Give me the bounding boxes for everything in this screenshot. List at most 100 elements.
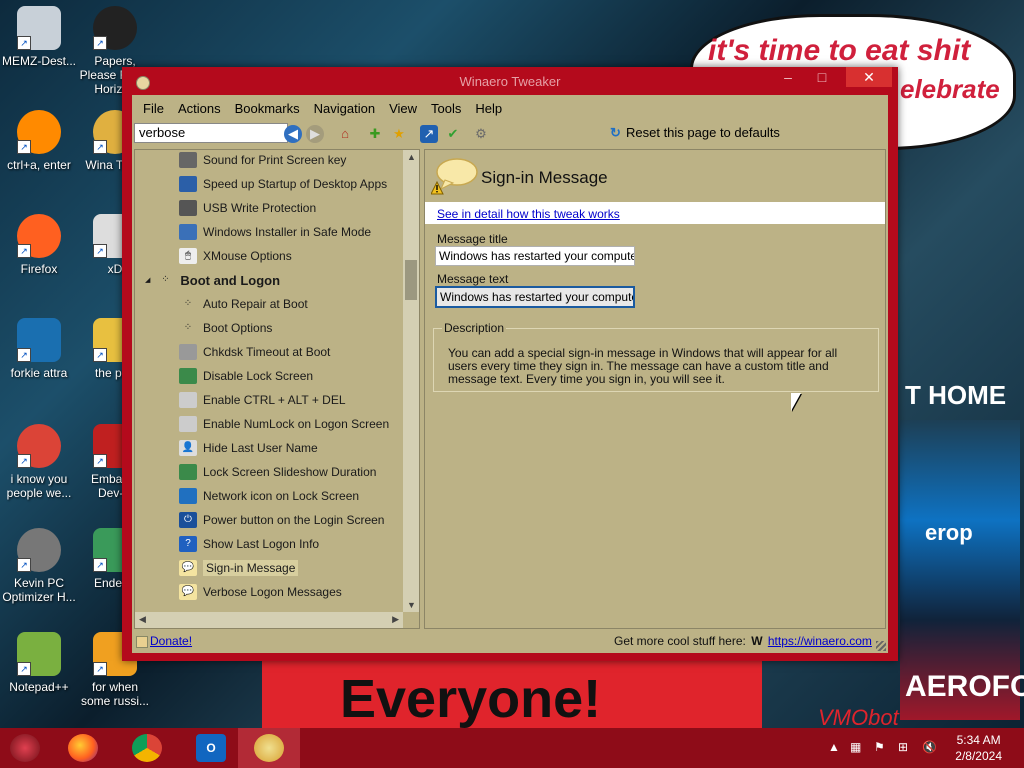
desktop-icon-label: Notepad++ bbox=[9, 680, 69, 694]
description-text: You can add a special sign-in message in… bbox=[448, 346, 838, 386]
tree-item[interactable]: Sound for Print Screen key bbox=[135, 150, 403, 172]
winaero-icon bbox=[254, 734, 284, 762]
taskbar-winaero[interactable] bbox=[238, 728, 300, 768]
add-bookmark-icon[interactable]: ✚ bbox=[366, 125, 384, 143]
tree-item[interactable]: 👤 Hide Last User Name bbox=[135, 436, 403, 460]
menu-actions[interactable]: Actions bbox=[171, 101, 228, 116]
settings-gear-icon[interactable]: ⚙ bbox=[472, 125, 490, 143]
menu-bookmarks[interactable]: Bookmarks bbox=[228, 101, 307, 116]
wallpaper-banner-text: Everyone! bbox=[340, 669, 602, 729]
toolbar: ◀ ▶ ⌂ ✚ ★ ↗ ✔ ⚙ ↻ Reset this page to defa… bbox=[132, 121, 888, 147]
tree-item-label: XMouse Options bbox=[203, 249, 292, 263]
shortcut-arrow-icon: ↗ bbox=[93, 454, 107, 468]
resize-grip-icon[interactable] bbox=[876, 641, 886, 651]
tree-item[interactable]: Enable NumLock on Logon Screen bbox=[135, 412, 403, 436]
tree-item[interactable]: Windows Installer in Safe Mode bbox=[135, 220, 403, 244]
tree-item[interactable]: USB Write Protection bbox=[135, 196, 403, 220]
tree-item[interactable]: ⁘ Auto Repair at Boot bbox=[135, 292, 403, 316]
menu-help[interactable]: Help bbox=[468, 101, 509, 116]
title-bar[interactable]: Winaero Tweaker – □ ✕ bbox=[122, 67, 898, 95]
user-icon: 👤 bbox=[179, 440, 197, 456]
maximize-icon[interactable]: □ bbox=[808, 67, 836, 87]
tray-expand-icon[interactable]: ▲ bbox=[828, 740, 840, 754]
menu-navigation[interactable]: Navigation bbox=[307, 101, 382, 116]
shortcut-arrow-icon: ↗ bbox=[93, 662, 107, 676]
message-title-input[interactable]: Windows has restarted your computer bbox=[435, 246, 635, 266]
winaero-tweaker-window[interactable]: Winaero Tweaker – □ ✕ File Actions Bookm… bbox=[122, 67, 898, 661]
apply-check-icon[interactable]: ✔ bbox=[444, 125, 462, 143]
tree-item[interactable]: Network icon on Lock Screen bbox=[135, 484, 403, 508]
forward-icon[interactable]: ▶ bbox=[306, 125, 324, 143]
tree-item-label: Sound for Print Screen key bbox=[203, 153, 347, 167]
scroll-thumb[interactable] bbox=[405, 260, 417, 300]
tree-horizontal-scrollbar[interactable]: ◀ ▶ bbox=[135, 612, 403, 628]
shortcut-icon[interactable]: ↗ bbox=[420, 125, 438, 143]
tree-item-label: Enable CTRL + ALT + DEL bbox=[203, 393, 346, 407]
scroll-up-icon[interactable]: ▲ bbox=[407, 152, 416, 162]
shortcut-arrow-icon: ↗ bbox=[17, 454, 31, 468]
keyboard-icon bbox=[179, 392, 197, 408]
taskbar-outlook[interactable]: O bbox=[180, 728, 242, 768]
refresh-icon: ↻ bbox=[610, 125, 621, 140]
desktop-icon[interactable]: ↗ Kevin PC Optimizer H... bbox=[2, 528, 76, 604]
landscape-icon bbox=[179, 464, 197, 480]
reset-page-button[interactable]: ↻ Reset this page to defaults bbox=[610, 125, 780, 141]
tree-item[interactable]: ⁘ Boot Options bbox=[135, 316, 403, 340]
tree-vertical-scrollbar[interactable]: ▲ ▼ bbox=[403, 150, 419, 612]
back-icon[interactable]: ◀ bbox=[284, 125, 302, 143]
mouse-cursor-icon bbox=[791, 393, 801, 411]
tree-item[interactable]: Chkdsk Timeout at Boot bbox=[135, 340, 403, 364]
scroll-down-icon[interactable]: ▼ bbox=[407, 600, 416, 610]
menu-file[interactable]: File bbox=[136, 101, 171, 116]
desktop-icon[interactable]: ↗ i know you people we... bbox=[2, 424, 76, 500]
tray-network-icon[interactable]: ⊞ bbox=[898, 740, 908, 754]
tray-volume-muted-icon[interactable]: 🔇 bbox=[922, 740, 937, 754]
donate-link[interactable]: Donate! bbox=[150, 634, 192, 648]
desktop-icon[interactable]: ↗ MEMZ-Dest... bbox=[2, 6, 76, 68]
landscape-icon bbox=[179, 368, 197, 384]
scroll-right-icon[interactable]: ▶ bbox=[392, 614, 399, 625]
tree-item[interactable]: Speed up Startup of Desktop Apps bbox=[135, 172, 403, 196]
tray-flag-icon[interactable]: ⚑ bbox=[874, 740, 885, 754]
tree-item[interactable]: Disable Lock Screen bbox=[135, 364, 403, 388]
tree-item[interactable]: Enable CTRL + ALT + DEL bbox=[135, 388, 403, 412]
tree-item[interactable]: Lock Screen Slideshow Duration bbox=[135, 460, 403, 484]
client-area: File Actions Bookmarks Navigation View T… bbox=[132, 95, 888, 653]
help-icon: ? bbox=[179, 536, 197, 552]
tree-item[interactable]: 💬 Verbose Logon Messages bbox=[135, 580, 403, 604]
tree-item[interactable]: 🖱 XMouse Options bbox=[135, 244, 403, 268]
collapse-arrow-icon[interactable]: ◢ bbox=[145, 276, 150, 284]
tree-item[interactable]: 💬 Sign-in Message bbox=[135, 556, 403, 580]
tweak-tree[interactable]: Sound for Print Screen key Speed up Start… bbox=[134, 149, 420, 629]
home-icon[interactable]: ⌂ bbox=[336, 125, 354, 143]
shortcut-arrow-icon: ↗ bbox=[17, 36, 31, 50]
taskbar-chrome[interactable] bbox=[116, 728, 178, 768]
desktop-icon[interactable]: ↗ Notepad++ bbox=[2, 632, 76, 694]
clock[interactable]: 5:34 AM 2/8/2024 bbox=[955, 732, 1002, 764]
menu-tools[interactable]: Tools bbox=[424, 101, 468, 116]
tree-item-label: Show Last Logon Info bbox=[203, 537, 320, 551]
winaero-link[interactable]: https://winaero.com bbox=[768, 634, 872, 648]
tree-item[interactable]: ? Show Last Logon Info bbox=[135, 532, 403, 556]
search-input[interactable] bbox=[134, 123, 288, 143]
desktop-icon[interactable]: ↗ forkie attra bbox=[2, 318, 76, 380]
menu-view[interactable]: View bbox=[382, 101, 424, 116]
bookmark-star-icon[interactable]: ★ bbox=[390, 125, 408, 143]
spinner-icon: ⁘ bbox=[183, 322, 193, 333]
desktop-icon[interactable]: ↗ Firefox bbox=[2, 214, 76, 276]
start-button[interactable] bbox=[10, 734, 40, 762]
tree-item-label: Hide Last User Name bbox=[203, 441, 318, 455]
tree-category-boot-and-logon[interactable]: ◢ ⁘ Boot and Logon bbox=[135, 268, 403, 292]
chrome-icon: ↗ bbox=[17, 424, 61, 468]
tree-item-label: Network icon on Lock Screen bbox=[203, 489, 360, 503]
detail-link[interactable]: See in detail how this tweak works bbox=[437, 207, 620, 221]
minimize-icon[interactable]: – bbox=[774, 67, 802, 87]
desktop-icon[interactable]: ↗ ctrl+a, enter bbox=[2, 110, 76, 172]
tree-item[interactable]: ⏻ Power button on the Login Screen bbox=[135, 508, 403, 532]
tray-device-icon[interactable]: ▦ bbox=[850, 740, 861, 754]
scroll-left-icon[interactable]: ◀ bbox=[139, 614, 146, 625]
close-button[interactable]: ✕ bbox=[846, 67, 892, 87]
message-text-input[interactable]: Windows has restarted your computer in bbox=[435, 286, 635, 308]
taskbar-firefox[interactable] bbox=[52, 728, 114, 768]
tree-item-label: Chkdsk Timeout at Boot bbox=[203, 345, 331, 359]
